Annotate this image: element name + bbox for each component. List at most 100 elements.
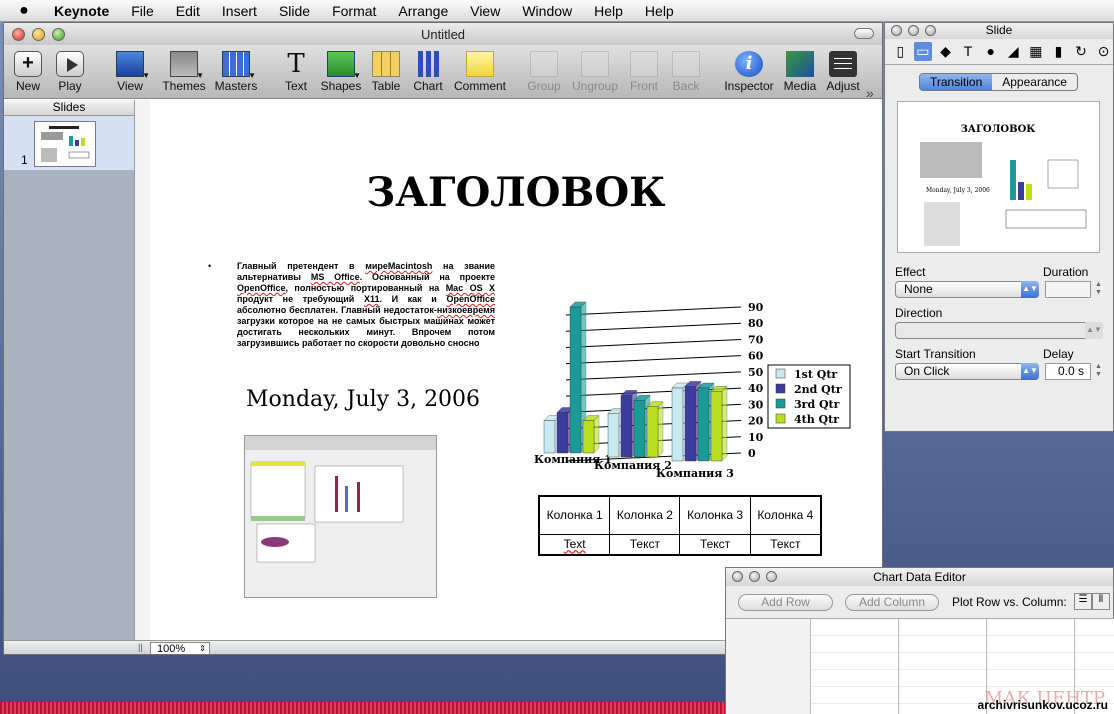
zoom-button[interactable] — [52, 27, 65, 41]
comment-button[interactable]: Comment — [450, 49, 510, 93]
chart-button[interactable]: Chart — [398, 49, 458, 93]
view-button[interactable]: ▼ View — [100, 49, 160, 93]
editor-minimize-button[interactable] — [749, 571, 760, 582]
table-row: Колонка 1 Колонка 2 Колонка 3 Колонка 4 — [538, 495, 822, 535]
tab-appearance[interactable]: Appearance — [992, 74, 1077, 90]
embedded-screenshot-image[interactable] — [244, 435, 437, 598]
splitter-grip-icon[interactable]: || — [138, 642, 143, 652]
menu-app[interactable]: Keynote — [48, 3, 120, 19]
toolbar-toggle-button[interactable] — [854, 28, 874, 39]
bar — [671, 387, 684, 462]
menu-format[interactable]: Format — [321, 3, 387, 19]
adjust-button[interactable]: Adjust — [813, 49, 873, 93]
apple-menu-icon[interactable]: ● — [0, 2, 48, 20]
document-window: Untitled + New Play ▼ View ▼ Themes ▼ Master… — [3, 22, 883, 655]
inspector-title-bar[interactable]: Slide — [885, 23, 1113, 39]
menu-help[interactable]: Help — [583, 3, 634, 19]
inspector-minimize-button[interactable] — [908, 25, 919, 36]
table-cell[interactable]: Текст — [749, 533, 822, 556]
document-inspector-icon[interactable]: ▯ — [891, 42, 910, 61]
metrics-inspector-icon[interactable]: ◢ — [1004, 42, 1023, 61]
editor-zoom-button[interactable] — [766, 571, 777, 582]
table-cell[interactable]: Текст — [609, 533, 681, 556]
chart-data-editor-title-bar[interactable]: Chart Data Editor — [726, 568, 1113, 586]
menu-edit[interactable]: Edit — [165, 3, 211, 19]
chart-inspector-icon[interactable]: ▮ — [1049, 42, 1068, 61]
gridline — [565, 371, 742, 381]
plot-columns-icon[interactable]: ⦀ — [1092, 593, 1110, 610]
play-button[interactable]: Play — [40, 49, 100, 93]
effect-label: Effect — [895, 265, 926, 279]
title-bar[interactable]: Untitled — [4, 23, 882, 45]
duration-stepper-icon[interactable]: ▲ ▼ — [1093, 281, 1104, 298]
zoom-value: 100% — [157, 643, 186, 655]
slide-thumbnail[interactable] — [34, 121, 96, 167]
body-text-misspelled: низкоевремя — [436, 305, 495, 315]
slide-table[interactable]: Колонка 1 Колонка 2 Колонка 3 Колонка 4 … — [538, 495, 822, 556]
menu-window[interactable]: Window — [511, 3, 583, 19]
delay-stepper-icon[interactable]: ▲ ▼ — [1093, 363, 1104, 380]
masters-icon — [222, 51, 250, 77]
minimize-button[interactable] — [32, 27, 45, 41]
duration-field[interactable] — [1045, 281, 1091, 298]
bar-chart-3d[interactable]: 9080706050403020100Компания 1Компания 2К… — [526, 293, 866, 483]
slide-body-text[interactable]: Главный претендент в миреMacintosh на зв… — [237, 261, 495, 349]
table-inspector-icon[interactable]: ▦ — [1027, 42, 1046, 61]
quicktime-inspector-icon[interactable]: ⊙ — [1094, 42, 1113, 61]
start-transition-select[interactable]: On Click ▲▼ — [895, 363, 1039, 380]
menu-insert[interactable]: Insert — [211, 3, 268, 19]
plot-rows-icon[interactable]: ☰ — [1074, 593, 1092, 610]
tab-transition[interactable]: Transition — [920, 74, 993, 90]
transition-preview-slide: ЗАГОЛОВОК Monday, July 3, 2006 — [920, 124, 1087, 246]
bring-front-icon — [630, 51, 658, 77]
slide-inspector-icon[interactable]: ▭ — [913, 42, 933, 61]
start-transition-label: Start Transition — [895, 347, 976, 361]
pane-splitter[interactable] — [134, 100, 150, 640]
editor-close-button[interactable] — [732, 571, 743, 582]
inspector-close-button[interactable] — [891, 25, 902, 36]
add-column-button[interactable]: Add Column — [845, 594, 939, 611]
chart-label: Chart — [413, 79, 443, 93]
y-tick-label: 0 — [748, 447, 756, 460]
direction-select[interactable]: ▲▼ — [895, 322, 1103, 339]
table-cell[interactable]: Колонка 1 — [538, 495, 611, 535]
slide-title[interactable]: ЗАГОЛОВОК — [150, 169, 882, 216]
play-label: Play — [58, 79, 82, 93]
inspector-panel: Slide ▯ ▭ ◆ T ● ◢ ▦ ▮ ↻ ⊙ Transition App… — [884, 22, 1114, 432]
delay-field[interactable]: 0.0 s — [1045, 363, 1091, 380]
menu-arrange[interactable]: Arrange — [387, 3, 459, 19]
masters-button[interactable]: ▼ Masters — [206, 49, 266, 93]
back-button[interactable]: Back — [656, 49, 716, 93]
toolbar-overflow-icon[interactable]: » — [866, 85, 874, 101]
table-row: Text Текст Текст Текст — [538, 533, 822, 556]
legend-label: 2nd Qtr — [794, 383, 842, 396]
menu-view[interactable]: View — [459, 3, 511, 19]
table-cell[interactable]: Text — [538, 533, 611, 556]
table-cell[interactable]: Колонка 2 — [609, 495, 681, 535]
zoom-select[interactable]: 100% ⇕ — [150, 642, 210, 655]
slide-date[interactable]: Monday, July 3, 2006 — [246, 387, 480, 412]
masters-label: Masters — [214, 79, 258, 93]
legend-swatch — [775, 368, 786, 379]
build-inspector-icon[interactable]: ◆ — [936, 42, 955, 61]
menu-file[interactable]: File — [120, 3, 165, 19]
effect-select[interactable]: None ▲▼ — [895, 281, 1039, 298]
hyperlink-inspector-icon[interactable]: ↻ — [1072, 42, 1091, 61]
graphic-inspector-icon[interactable]: ● — [981, 42, 1000, 61]
text-inspector-icon[interactable]: T — [959, 42, 978, 61]
popup-arrows-icon: ▲▼ — [1085, 322, 1103, 339]
delay-label: Delay — [1043, 347, 1074, 361]
group-label: Group — [527, 79, 561, 93]
inspector-zoom-button[interactable] — [925, 25, 936, 36]
table-cell[interactable]: Текст — [679, 533, 751, 556]
chart-data-editor-window: Chart Data Editor Add Row Add Column Plo… — [725, 567, 1114, 714]
menu-slide[interactable]: Slide — [268, 3, 321, 19]
bar — [697, 387, 710, 462]
popup-arrows-icon: ▲▼ — [1021, 363, 1039, 380]
add-row-button[interactable]: Add Row — [738, 594, 833, 611]
table-cell[interactable]: Колонка 3 — [679, 495, 751, 535]
themes-button[interactable]: ▼ Themes — [154, 49, 214, 93]
menu-help-2[interactable]: Help — [634, 3, 685, 19]
close-button[interactable] — [12, 27, 25, 41]
table-cell[interactable]: Колонка 4 — [749, 495, 822, 535]
